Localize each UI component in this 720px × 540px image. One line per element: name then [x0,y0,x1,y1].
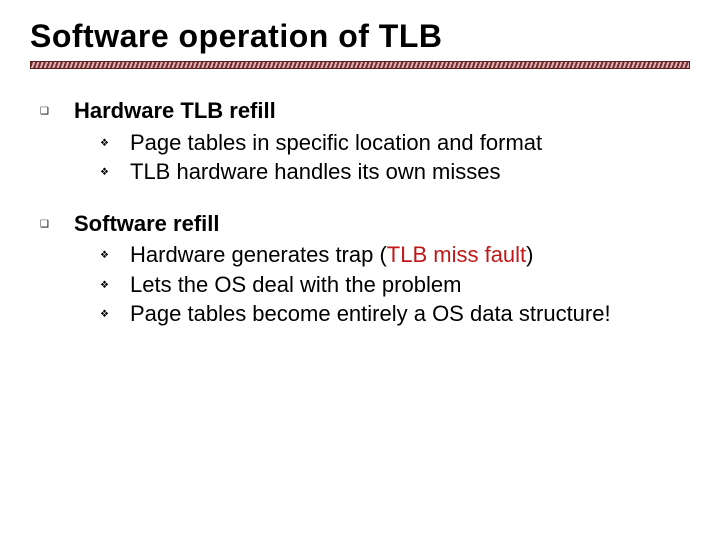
diamond-bullet-icon: ❖ [100,300,130,328]
list-item-text: Page tables become entirely a OS data st… [130,300,611,328]
list-item: ❖ Lets the OS deal with the problem [100,271,690,299]
list-item: ❖ Page tables become entirely a OS data … [100,300,690,328]
list-item: ❖ TLB hardware handles its own misses [100,158,690,186]
list-item: ❖ Hardware generates trap (TLB miss faul… [100,241,690,269]
list-item-text: TLB hardware handles its own misses [130,158,501,186]
square-bullet-icon: ❑ [40,97,74,125]
text-prefix: Hardware generates trap ( [130,242,387,267]
diamond-bullet-icon: ❖ [100,129,130,157]
section-heading: ❑ Hardware TLB refill [40,97,690,125]
list-item-text: Hardware generates trap (TLB miss fault) [130,241,534,269]
section-heading-text: Hardware TLB refill [74,97,276,125]
diamond-bullet-icon: ❖ [100,271,130,299]
list-item: ❖ Page tables in specific location and f… [100,129,690,157]
list-item-text: Lets the OS deal with the problem [130,271,461,299]
section-heading: ❑ Software refill [40,210,690,238]
list-item-text: Page tables in specific location and for… [130,129,542,157]
diamond-bullet-icon: ❖ [100,158,130,186]
accent-text: TLB miss fault [387,242,526,267]
section-heading-text: Software refill [74,210,219,238]
text-suffix: ) [526,242,533,267]
title-divider [30,61,690,69]
slide-content: ❑ Hardware TLB refill ❖ Page tables in s… [30,97,690,328]
square-bullet-icon: ❑ [40,210,74,238]
diamond-bullet-icon: ❖ [100,241,130,269]
slide-title: Software operation of TLB [30,18,690,55]
slide: Software operation of TLB ❑ Hardware TLB… [0,0,720,540]
